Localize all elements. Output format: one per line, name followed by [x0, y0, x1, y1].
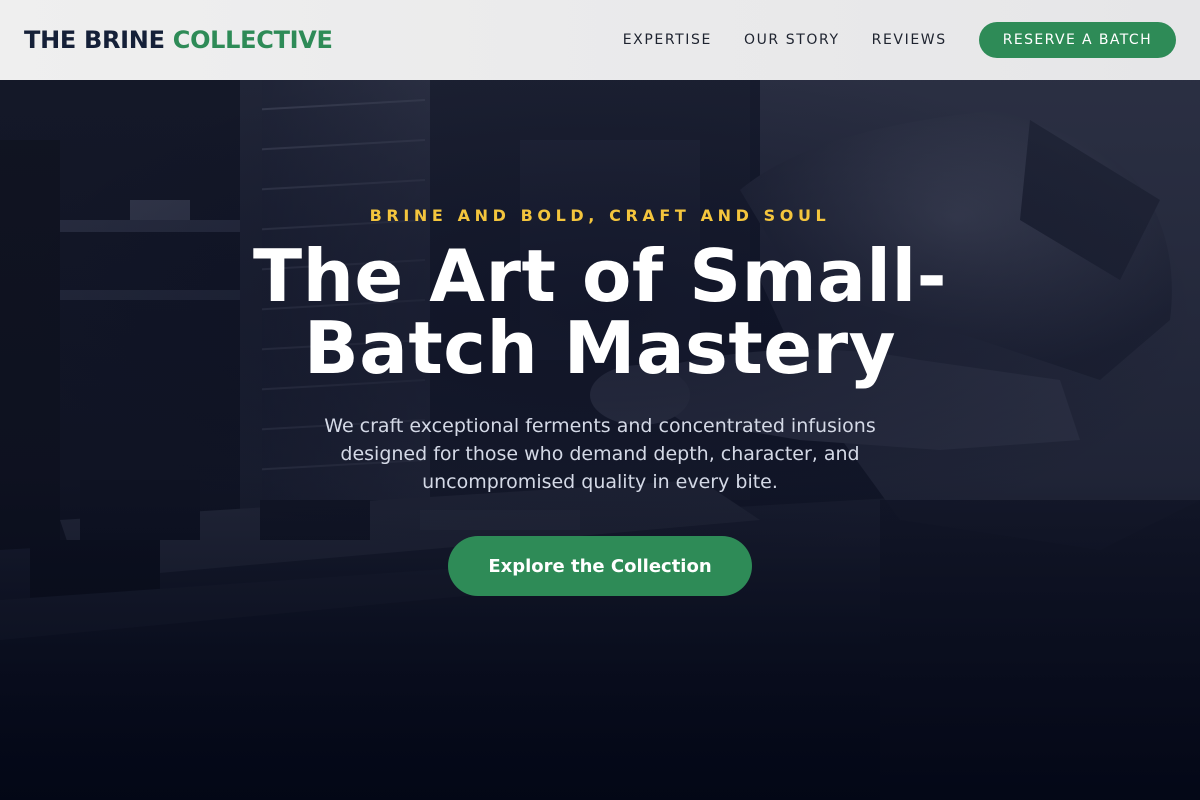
hero-section: BRINE AND BOLD, CRAFT AND SOUL The Art o… [0, 80, 1200, 800]
reserve-batch-button[interactable]: RESERVE A BATCH [978, 22, 1176, 58]
hero-headline: The Art of Small-Batch Mastery [252, 234, 948, 390]
site-header: THE BRINE COLLECTIVE EXPERTISE OUR STORY… [0, 0, 1200, 80]
brand-name-accent: COLLECTIVE [172, 26, 333, 54]
nav-link-expertise[interactable]: EXPERTISE [623, 32, 712, 48]
main-nav: EXPERTISE OUR STORY REVIEWS RESERVE A BA… [623, 22, 1176, 58]
hero-subheadline: We craft exceptional ferments and concen… [324, 415, 876, 493]
explore-collection-button[interactable]: Explore the Collection [448, 536, 752, 596]
hero-eyebrow: BRINE AND BOLD, CRAFT AND SOUL [369, 206, 831, 225]
brand-name-main: THE BRINE [24, 26, 165, 54]
nav-link-reviews[interactable]: REVIEWS [872, 32, 947, 48]
nav-link-our-story[interactable]: OUR STORY [744, 32, 840, 48]
brand-logo[interactable]: THE BRINE COLLECTIVE [24, 26, 333, 54]
